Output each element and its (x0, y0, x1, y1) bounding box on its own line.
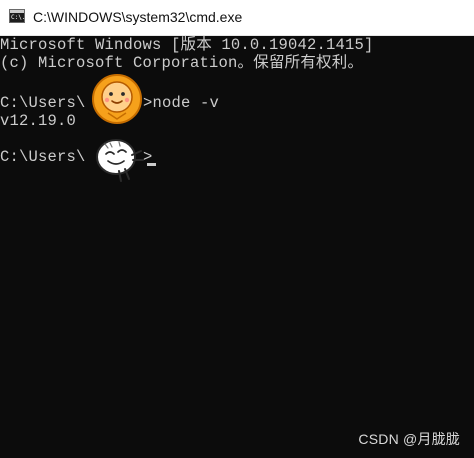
watermark-text: CSDN @月胧胧 (358, 431, 460, 447)
cmd-window-icon[interactable]: C:\. (9, 9, 25, 23)
prompt-path-2: C:\Users\ (0, 148, 86, 166)
node-version-output: v12.19.0 (0, 112, 77, 130)
smiley-face-sticker (96, 139, 144, 182)
lion-sticker (92, 74, 142, 124)
text-cursor (147, 163, 156, 166)
console-line-1: Microsoft Windows [版本 10.0.19042.1415] (0, 36, 374, 54)
prompt-path-1: C:\Users\ (0, 94, 86, 112)
node-command: >node -v (143, 94, 220, 112)
cmd-icon-label: C:\. (11, 14, 26, 21)
title-bar[interactable]: C:\. C:\WINDOWS\system32\cmd.exe (0, 0, 474, 36)
cmd-window: C:\. C:\WINDOWS\system32\cmd.exe Microso… (0, 0, 474, 458)
console-area[interactable]: Microsoft Windows [版本 10.0.19042.1415] (… (0, 36, 474, 458)
window-title: C:\WINDOWS\system32\cmd.exe (33, 9, 243, 25)
console-line-2: (c) Microsoft Corporation。保留所有权利。 (0, 54, 364, 72)
